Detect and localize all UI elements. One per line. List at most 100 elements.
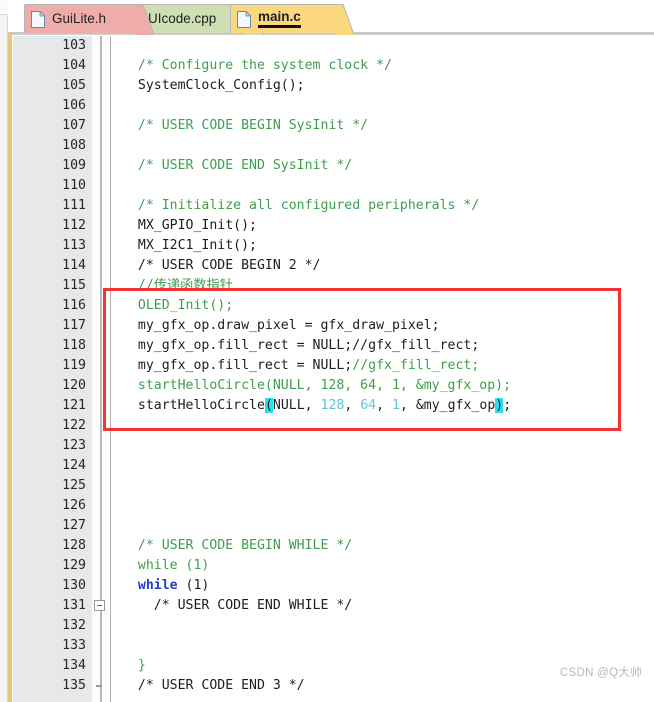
tab-label: UIcode.cpp <box>148 11 217 27</box>
line-number: 129 <box>62 558 86 573</box>
code-line-row[interactable]: 118 my_gfx_op.fill_rect = NULL;//gfx_fil… <box>12 336 654 356</box>
code-line-row[interactable]: 104 /* Configure the system clock */ <box>12 56 654 76</box>
tab-guilite-h[interactable]: GuiLite.h <box>24 4 155 35</box>
line-content: while (1) <box>122 558 210 573</box>
line-number: 103 <box>62 38 86 53</box>
matching-paren-open: ( <box>264 398 273 413</box>
line-content: startHelloCircle(NULL, 128, 64, 1, &my_g… <box>122 378 512 393</box>
code-line-row[interactable]: 134 } <box>12 656 654 676</box>
code-line-row[interactable]: 121 startHelloCircle(NULL, 128, 64, 1, &… <box>12 396 654 416</box>
line-content: /* USER CODE END 3 */ <box>122 678 305 693</box>
line-number: 125 <box>62 478 86 493</box>
tab-main-c[interactable]: main.c <box>230 4 355 35</box>
code-line-row[interactable]: 107 /* USER CODE BEGIN SysInit */ <box>12 116 654 136</box>
line-number: 128 <box>62 538 86 553</box>
line-content: /* Initialize all configured peripherals… <box>122 198 480 213</box>
line-content: my_gfx_op.fill_rect = NULL;//gfx_fill_re… <box>122 338 480 353</box>
line-number: 111 <box>62 198 86 213</box>
code-line-row[interactable]: 112 MX_GPIO_Init(); <box>12 216 654 236</box>
line-content: startHelloCircle(NULL, 128, 64, 1, &my_g… <box>122 396 511 416</box>
code-line-row[interactable]: 130 while (1) <box>12 576 654 596</box>
arg-null: NULL, <box>272 398 321 413</box>
code-line-row[interactable]: 114 /* USER CODE BEGIN 2 */ <box>12 256 654 276</box>
line-content: my_gfx_op.fill_rect = NULL;//gfx_fill_re… <box>122 356 479 376</box>
line-content: /* USER CODE BEGIN 2 */ <box>122 258 321 273</box>
document-icon <box>31 10 45 28</box>
code-lines-container[interactable]: 103 104 /* Configure the system clock */… <box>12 36 654 702</box>
line-number: 122 <box>62 418 86 433</box>
editor-tab-bar: GuiLite.h UIcode.cpp main.c <box>8 0 654 35</box>
fold-region-end-icon[interactable] <box>96 685 102 687</box>
code-line-row[interactable]: 125 <box>12 476 654 496</box>
line-number: 123 <box>62 438 86 453</box>
watermark-text: CSDN @Q大帅 <box>559 667 642 679</box>
code-line-row[interactable]: 133 <box>12 636 654 656</box>
line-number: 120 <box>62 378 86 393</box>
line-number: 108 <box>62 138 86 153</box>
code-line-row[interactable]: 126 <box>12 496 654 516</box>
code-line-row[interactable]: 110 <box>12 176 654 196</box>
line-content: OLED_Init(); <box>122 298 234 313</box>
code-line-row[interactable]: 103 <box>12 36 654 56</box>
code-line-row[interactable]: 106 <box>12 96 654 116</box>
line-number: 104 <box>62 58 86 73</box>
line-content: MX_I2C1_Init(); <box>122 238 257 253</box>
line-number: 132 <box>62 618 86 633</box>
code-editor[interactable]: 103 104 /* Configure the system clock */… <box>8 34 654 702</box>
ide-window: GuiLite.h UIcode.cpp main.c 103 104 /* C… <box>0 0 654 702</box>
code-line-row[interactable]: 135 /* USER CODE END 3 */ <box>12 676 654 696</box>
line-number: 135 <box>62 678 86 693</box>
code-line-row[interactable]: 120 startHelloCircle(NULL, 128, 64, 1, &… <box>12 376 654 396</box>
tab-label: GuiLite.h <box>52 11 107 27</box>
code-line-row[interactable]: 113 MX_I2C1_Init(); <box>12 236 654 256</box>
line-content: while (1) <box>122 576 209 596</box>
line-number: 110 <box>62 178 86 193</box>
line-number: 112 <box>62 218 86 233</box>
line-number: 134 <box>62 658 86 673</box>
code-line-row[interactable]: 109 /* USER CODE END SysInit */ <box>12 156 654 176</box>
code-line-row[interactable]: 132 <box>12 616 654 636</box>
code-line-row[interactable]: 131 /* USER CODE END WHILE */ <box>12 596 654 616</box>
semicolon: ; <box>503 398 512 413</box>
line-number: 133 <box>62 638 86 653</box>
line-content: /* USER CODE BEGIN WHILE */ <box>122 538 353 553</box>
line-number: 107 <box>62 118 86 133</box>
line-number: 109 <box>62 158 86 173</box>
sep: , <box>399 398 416 413</box>
code-line-row[interactable]: 108 <box>12 136 654 156</box>
code-line-row[interactable]: 116 OLED_Init(); <box>12 296 654 316</box>
code-line-row[interactable]: 127 <box>12 516 654 536</box>
line-content: /* USER CODE END SysInit */ <box>122 158 353 173</box>
sep: , <box>376 398 393 413</box>
code-line-row[interactable]: 115 //传递函数指针 <box>12 276 654 296</box>
tab-skew-decoration <box>324 4 355 35</box>
editor-inner-frame: 103 104 /* Configure the system clock */… <box>11 34 654 702</box>
sep: , <box>344 398 361 413</box>
line-number: 126 <box>62 498 86 513</box>
code-line-row[interactable]: 119 my_gfx_op.fill_rect = NULL;//gfx_fil… <box>12 356 654 376</box>
line-content: //传递函数指针 <box>122 278 233 293</box>
line-number: 114 <box>62 258 86 273</box>
code-line-row[interactable]: 117 my_gfx_op.draw_pixel = gfx_draw_pixe… <box>12 316 654 336</box>
line-number: 127 <box>62 518 86 533</box>
line118-code: my_gfx_op.fill_rect = NULL; <box>122 358 353 373</box>
line-content: MX_GPIO_Init(); <box>122 218 257 233</box>
code-line-row[interactable]: 128 /* USER CODE BEGIN WHILE */ <box>12 536 654 556</box>
code-line-row[interactable] <box>12 696 654 702</box>
while-condition: (1) <box>177 578 210 593</box>
line-number: 106 <box>62 98 86 113</box>
code-line-row[interactable]: 105 SystemClock_Config(); <box>12 76 654 96</box>
line-number: 130 <box>62 578 86 593</box>
line-number: 115 <box>62 278 86 293</box>
fold-collapse-icon[interactable] <box>94 600 105 611</box>
line-number: 116 <box>62 298 86 313</box>
tab-label: main.c <box>258 10 301 28</box>
line-content: /* USER CODE END WHILE */ <box>122 598 353 613</box>
code-line-row[interactable]: 122 <box>12 416 654 436</box>
code-line-row[interactable]: 123 <box>12 436 654 456</box>
code-line-row[interactable]: 129 while (1) <box>12 556 654 576</box>
line-number: 117 <box>62 318 86 333</box>
code-line-row[interactable]: 111 /* Initialize all configured periphe… <box>12 196 654 216</box>
line-content: /* Configure the system clock */ <box>122 58 392 73</box>
code-line-row[interactable]: 124 <box>12 456 654 476</box>
